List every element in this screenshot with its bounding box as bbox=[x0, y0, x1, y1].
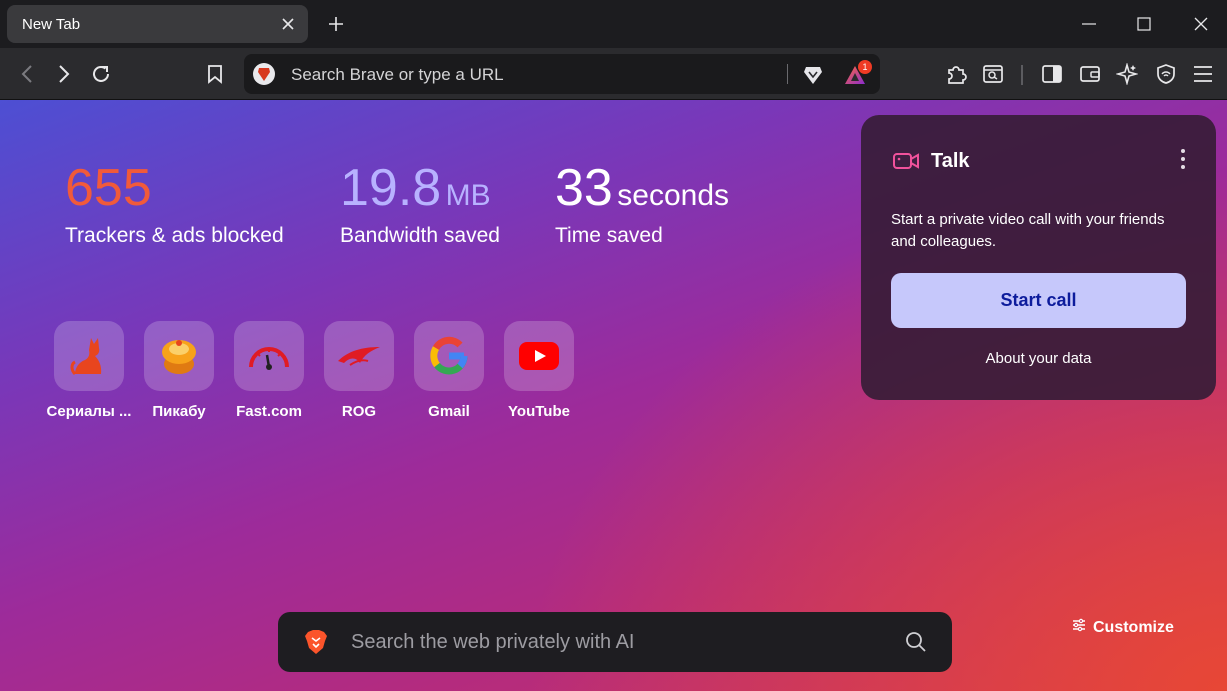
sliders-icon bbox=[1072, 618, 1086, 637]
ai-search-box[interactable]: Search the web privately with AI bbox=[278, 612, 952, 672]
url-divider bbox=[787, 64, 788, 84]
extensions-icon[interactable] bbox=[943, 61, 969, 87]
google-icon bbox=[430, 336, 468, 375]
minimize-icon[interactable] bbox=[1077, 12, 1101, 36]
search-icon[interactable] bbox=[905, 631, 927, 658]
vpn-icon[interactable] bbox=[1153, 61, 1179, 87]
tab-new-tab[interactable]: New Tab bbox=[7, 5, 308, 43]
title-bar: New Tab bbox=[0, 0, 1227, 48]
pikabu-icon bbox=[162, 340, 196, 374]
menu-icon[interactable] bbox=[1190, 61, 1216, 87]
start-call-button[interactable]: Start call bbox=[891, 273, 1186, 328]
talk-description: Start a private video call with your fri… bbox=[891, 211, 1165, 250]
url-input[interactable]: Search Brave or type a URL bbox=[291, 65, 504, 85]
stat-trackers-label: Trackers & ads blocked bbox=[65, 224, 284, 247]
leo-ai-icon[interactable] bbox=[1114, 61, 1140, 87]
sidebar-icon[interactable] bbox=[1039, 61, 1065, 87]
top-site-pikabu[interactable]: Пикабу bbox=[144, 321, 214, 420]
customize-label: Customize bbox=[1093, 618, 1174, 636]
brave-logo-icon bbox=[304, 629, 328, 660]
browser-toolbar: Search Brave or type a URL bbox=[0, 48, 1227, 100]
top-site-tile[interactable] bbox=[324, 321, 394, 391]
more-options-icon[interactable] bbox=[1175, 149, 1191, 169]
stat-bandwidth: 19.8 MB bbox=[340, 158, 491, 218]
customize-button[interactable]: Customize bbox=[1072, 618, 1174, 637]
top-site-serialy[interactable]: Сериалы ... bbox=[47, 321, 131, 420]
about-data-link[interactable]: About your data bbox=[861, 350, 1216, 367]
back-icon[interactable] bbox=[14, 61, 40, 87]
rog-icon bbox=[338, 347, 380, 366]
top-site-rog[interactable]: ROG bbox=[324, 321, 394, 420]
ai-search-input[interactable]: Search the web privately with AI bbox=[351, 631, 634, 654]
wallet-icon[interactable] bbox=[1077, 61, 1103, 87]
top-site-tile[interactable] bbox=[234, 321, 304, 391]
stat-time-label: Time saved bbox=[555, 224, 663, 247]
stat-bandwidth-unit: MB bbox=[445, 179, 491, 212]
stat-trackers-value: 655 bbox=[65, 159, 152, 217]
toolbar-divider bbox=[1021, 65, 1023, 85]
maximize-icon[interactable] bbox=[1132, 12, 1156, 36]
new-tab-page: 655 Trackers & ads blocked 19.8 MB Bandw… bbox=[0, 100, 1227, 691]
top-site-gmail[interactable]: Gmail bbox=[414, 321, 484, 420]
youtube-icon bbox=[519, 342, 559, 370]
address-bar[interactable]: Search Brave or type a URL bbox=[244, 54, 880, 94]
stat-trackers: 655 bbox=[65, 158, 152, 218]
tab-close-icon[interactable] bbox=[278, 14, 298, 34]
talk-title: Talk bbox=[931, 150, 970, 172]
stat-time-value: 33 bbox=[555, 159, 613, 217]
top-site-tile[interactable] bbox=[414, 321, 484, 391]
forward-icon[interactable] bbox=[51, 61, 77, 87]
reload-icon[interactable] bbox=[88, 61, 114, 87]
top-site-fast[interactable]: Fast.com bbox=[234, 321, 304, 420]
stat-time: 33 seconds bbox=[555, 158, 729, 218]
rewards-badge: 1 bbox=[858, 60, 872, 74]
top-site-tile[interactable] bbox=[54, 321, 124, 391]
top-site-youtube[interactable]: YouTube bbox=[504, 321, 574, 420]
bookmark-icon[interactable] bbox=[202, 61, 228, 87]
brave-site-icon bbox=[253, 63, 275, 85]
talk-widget: Talk Start a private video call with you… bbox=[861, 115, 1216, 400]
new-tab-button[interactable] bbox=[325, 13, 347, 35]
search-tab-icon[interactable] bbox=[980, 61, 1006, 87]
video-camera-icon bbox=[892, 151, 920, 176]
top-site-tile[interactable] bbox=[504, 321, 574, 391]
stat-bandwidth-label: Bandwidth saved bbox=[340, 224, 500, 247]
stat-bandwidth-value: 19.8 bbox=[340, 159, 442, 217]
cat-icon bbox=[70, 338, 102, 376]
top-site-label: YouTube bbox=[508, 403, 570, 420]
stat-time-unit: seconds bbox=[617, 179, 730, 212]
top-site-tile[interactable] bbox=[144, 321, 214, 391]
brave-shields-icon[interactable] bbox=[801, 63, 825, 87]
speedometer-icon bbox=[249, 347, 289, 370]
tab-title: New Tab bbox=[22, 15, 81, 33]
window-close-icon[interactable] bbox=[1189, 12, 1213, 36]
